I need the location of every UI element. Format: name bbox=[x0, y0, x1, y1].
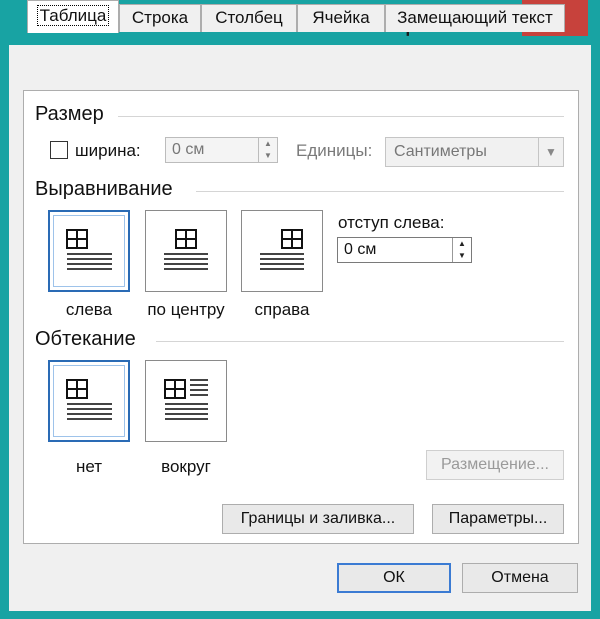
indent-spinner-arrows: ▲ ▼ bbox=[452, 238, 471, 262]
tab-column[interactable]: Столбец bbox=[201, 4, 297, 32]
spin-down-icon[interactable]: ▼ bbox=[259, 150, 277, 162]
table-align-right-icon bbox=[260, 229, 304, 270]
alignment-group-title: Выравнивание bbox=[35, 178, 173, 200]
wrap-none-option[interactable] bbox=[48, 360, 130, 442]
ok-button[interactable]: ОК bbox=[337, 563, 451, 593]
wrap-none-icon bbox=[66, 379, 112, 420]
wrapping-group-title: Обтекание bbox=[35, 328, 136, 350]
tab-row[interactable]: Строка bbox=[119, 4, 201, 32]
width-label: ширина: bbox=[75, 141, 141, 160]
tab-cell-label: Ячейка bbox=[312, 8, 370, 27]
options-button[interactable]: Параметры... bbox=[432, 504, 564, 534]
table-align-center-icon bbox=[164, 229, 208, 270]
tab-column-label: Столбец bbox=[215, 8, 283, 27]
tab-row-label: Строка bbox=[131, 8, 189, 27]
dialog-window: Свойства таблицы ? ✕ Таблица Строка Стол… bbox=[0, 0, 600, 619]
size-group-title: Размер bbox=[35, 103, 104, 125]
align-center-label: по центру bbox=[147, 300, 225, 319]
width-value: 0 см bbox=[172, 141, 205, 158]
spin-up-icon[interactable]: ▲ bbox=[453, 238, 471, 250]
alignment-group-divider bbox=[196, 191, 564, 192]
units-value: Сантиметры bbox=[394, 143, 487, 160]
size-group-divider bbox=[118, 116, 564, 117]
width-spinner[interactable]: 0 см ▲ ▼ bbox=[165, 137, 278, 163]
table-align-left-icon bbox=[66, 229, 112, 270]
tab-alt-text[interactable]: Замещающий текст bbox=[385, 4, 565, 32]
align-left-label: слева bbox=[65, 300, 113, 319]
wrap-around-option[interactable] bbox=[145, 360, 227, 442]
positioning-button[interactable]: Размещение... bbox=[426, 450, 564, 480]
borders-shading-button[interactable]: Границы и заливка... bbox=[222, 504, 414, 534]
width-spinner-arrows: ▲ ▼ bbox=[258, 138, 277, 162]
units-select[interactable]: Сантиметры ▼ bbox=[385, 137, 564, 167]
tab-table-label: Таблица bbox=[36, 5, 110, 26]
indent-label: отступ слева: bbox=[338, 213, 445, 232]
align-right-option[interactable] bbox=[241, 210, 323, 292]
align-center-option[interactable] bbox=[145, 210, 227, 292]
spin-up-icon[interactable]: ▲ bbox=[259, 138, 277, 150]
tab-cell[interactable]: Ячейка bbox=[297, 4, 385, 32]
spin-down-icon[interactable]: ▼ bbox=[453, 250, 471, 262]
chevron-down-icon[interactable]: ▼ bbox=[538, 138, 563, 166]
wrap-around-icon bbox=[164, 379, 208, 420]
indent-spinner[interactable]: 0 см ▲ ▼ bbox=[337, 237, 472, 263]
wrap-around-label: вокруг bbox=[161, 457, 211, 476]
units-label: Единицы: bbox=[296, 141, 373, 160]
tab-table[interactable]: Таблица bbox=[27, 0, 119, 33]
align-left-option[interactable] bbox=[48, 210, 130, 292]
indent-value: 0 см bbox=[344, 241, 377, 258]
wrap-none-label: нет bbox=[75, 457, 103, 476]
wrapping-group-divider bbox=[156, 341, 564, 342]
width-checkbox[interactable] bbox=[50, 141, 68, 159]
cancel-button[interactable]: Отмена bbox=[462, 563, 578, 593]
align-right-label: справа bbox=[254, 300, 310, 319]
tab-alt-text-label: Замещающий текст bbox=[397, 8, 553, 27]
